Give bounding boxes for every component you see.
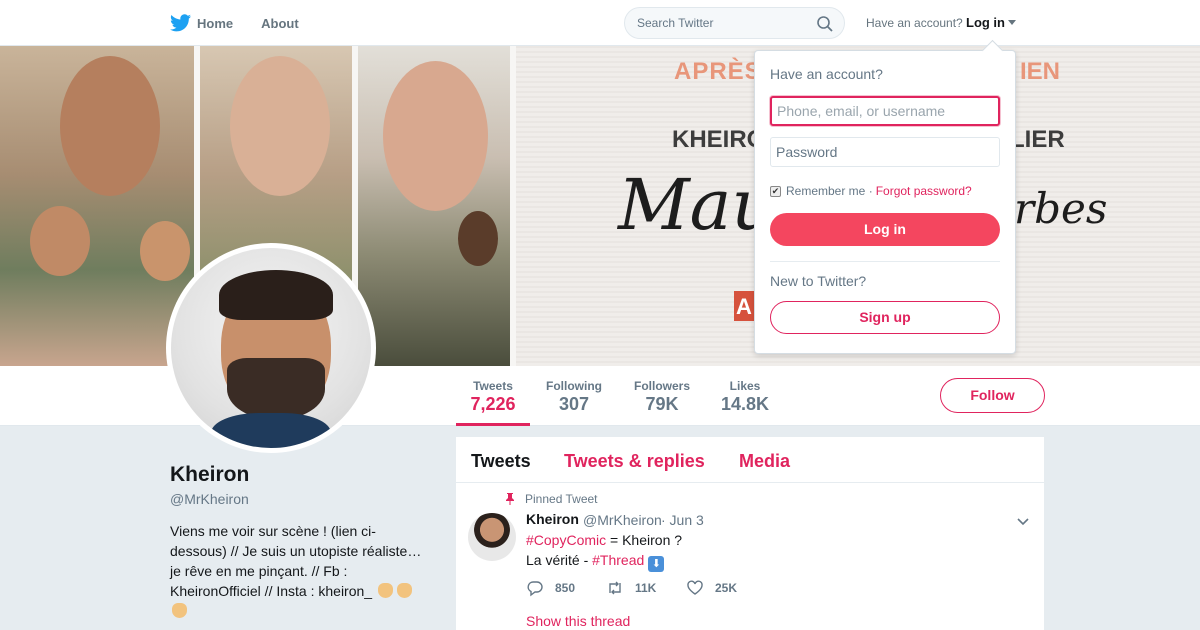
profile-avatar[interactable] — [166, 243, 376, 453]
tab-tweets-replies[interactable]: Tweets & replies — [564, 451, 705, 472]
stat-tweets[interactable]: Tweets 7,226 — [456, 366, 530, 426]
retweet-button[interactable]: 11K — [606, 579, 686, 597]
tab-tweets[interactable]: Tweets — [471, 451, 531, 472]
caret-down-icon[interactable] — [1008, 20, 1016, 25]
reply-icon — [527, 581, 543, 597]
stat-value: 79K — [645, 394, 679, 414]
pin-icon — [506, 493, 514, 505]
banner-face — [60, 56, 160, 196]
stat-label: Followers — [633, 379, 690, 393]
password-field[interactable] — [770, 137, 1000, 167]
tweet-hashtag[interactable]: #CopyComic — [526, 532, 606, 548]
search-input[interactable]: Search Twitter — [624, 7, 845, 39]
stat-label: Likes — [729, 379, 761, 393]
profile-bio: Viens me voir sur scène ! (lien ci-desso… — [170, 521, 432, 621]
down-arrow-emoji-icon: ⬇ — [648, 556, 665, 572]
banner-name-right: LIER — [1010, 126, 1065, 153]
like-button[interactable]: 25K — [686, 579, 766, 597]
remember-row: ✔ Remember me · Forgot password? — [770, 184, 972, 198]
avatar-photo — [171, 248, 371, 448]
tweet-date[interactable]: · Jun 3 — [661, 512, 704, 528]
banner-photo-right — [358, 46, 516, 366]
signup-button[interactable]: Sign up — [770, 301, 1000, 334]
point-down-emoji-icon — [377, 583, 393, 598]
tweet-text-line1: #CopyComic = Kheiron ? — [526, 532, 682, 548]
remember-label: Remember me · — [786, 184, 873, 198]
banner-corner-letter: A — [736, 294, 752, 319]
tweet-text: = Kheiron ? — [606, 532, 683, 548]
profile-name[interactable]: Kheiron — [170, 463, 249, 487]
twitter-bird-icon — [170, 14, 191, 32]
timeline: Tweets Tweets & replies Media Pinned Twe… — [456, 437, 1044, 630]
reply-button[interactable]: 850 — [526, 579, 606, 597]
banner-face — [30, 206, 90, 276]
nav-left: Home About — [170, 0, 327, 46]
banner-face — [230, 56, 330, 196]
avatar-beard — [227, 358, 325, 420]
avatar-shirt — [211, 413, 331, 448]
pinned-label: Pinned Tweet — [525, 492, 598, 506]
stat-followers[interactable]: Followers 79K — [628, 366, 696, 426]
dropdown-title: Have an account? — [770, 66, 883, 82]
search-placeholder: Search Twitter — [637, 16, 714, 30]
login-button[interactable]: Log in — [770, 213, 1000, 246]
stat-value: 307 — [558, 394, 590, 414]
banner-face — [383, 61, 488, 211]
show-thread-link[interactable]: Show this thread — [526, 613, 630, 629]
stat-label: Following — [546, 379, 602, 393]
tweet-avatar[interactable] — [468, 513, 516, 561]
follow-button[interactable]: Follow — [940, 378, 1045, 413]
nav-home-link[interactable]: Home — [170, 14, 233, 32]
banner-script-title: Mau — [618, 164, 777, 246]
banner-tagline-right: IEN — [1020, 58, 1061, 85]
retweet-count: 11K — [635, 581, 657, 595]
have-account-text: Have an account? — [866, 16, 963, 30]
banner-tagline: APRÈS — [674, 58, 762, 85]
profile-handle[interactable]: @MrKheiron — [170, 491, 249, 507]
tweet-text-line2: La vérité - #Thread ⬇ — [526, 552, 665, 572]
login-dropdown: Have an account? ✔ Remember me · Forgot … — [754, 50, 1016, 354]
remember-checkbox[interactable]: ✔ — [770, 185, 781, 197]
like-count: 25K — [715, 581, 738, 595]
stat-label: Tweets — [473, 379, 513, 393]
nav-about-link[interactable]: About — [261, 16, 299, 31]
tab-media[interactable]: Media — [739, 451, 790, 472]
tweet-author[interactable]: Kheiron — [526, 511, 579, 527]
point-down-emoji-icon — [396, 583, 412, 598]
timeline-tabs: Tweets Tweets & replies Media — [456, 437, 1044, 483]
nav-home-label: Home — [197, 15, 234, 31]
chevron-down-icon[interactable] — [1017, 515, 1029, 527]
stat-following[interactable]: Following 307 — [538, 366, 610, 426]
tweet-hashtag[interactable]: #Thread — [592, 552, 644, 568]
stat-value: 14.8K — [720, 394, 770, 414]
avatar-hair — [219, 270, 333, 320]
login-link[interactable]: Log in — [966, 15, 1005, 30]
heart-icon — [687, 580, 703, 595]
username-field[interactable] — [770, 96, 1000, 126]
reply-count: 850 — [555, 581, 576, 595]
new-to-twitter-text: New to Twitter? — [770, 273, 867, 289]
retweet-icon — [609, 581, 621, 595]
forgot-password-link[interactable]: Forgot password? — [876, 184, 972, 198]
nav-about-label: About — [261, 15, 299, 31]
tweet-actions: 850 11K 25K — [526, 579, 766, 597]
dropdown-divider — [770, 261, 1000, 262]
tweet-text: La vérité - — [526, 552, 593, 568]
stat-likes[interactable]: Likes 14.8K — [716, 366, 774, 426]
banner-script-title-right: rbes — [1014, 184, 1108, 233]
tweet-handle[interactable]: @MrKheiron — [583, 512, 662, 528]
banner-face — [140, 221, 190, 281]
top-navigation-bar: Home About Search Twitter Have an accoun… — [0, 0, 1200, 46]
search-icon[interactable] — [816, 15, 834, 33]
point-down-emoji-icon — [172, 603, 187, 618]
banner-face — [458, 211, 498, 266]
stat-value: 7,226 — [470, 394, 516, 414]
